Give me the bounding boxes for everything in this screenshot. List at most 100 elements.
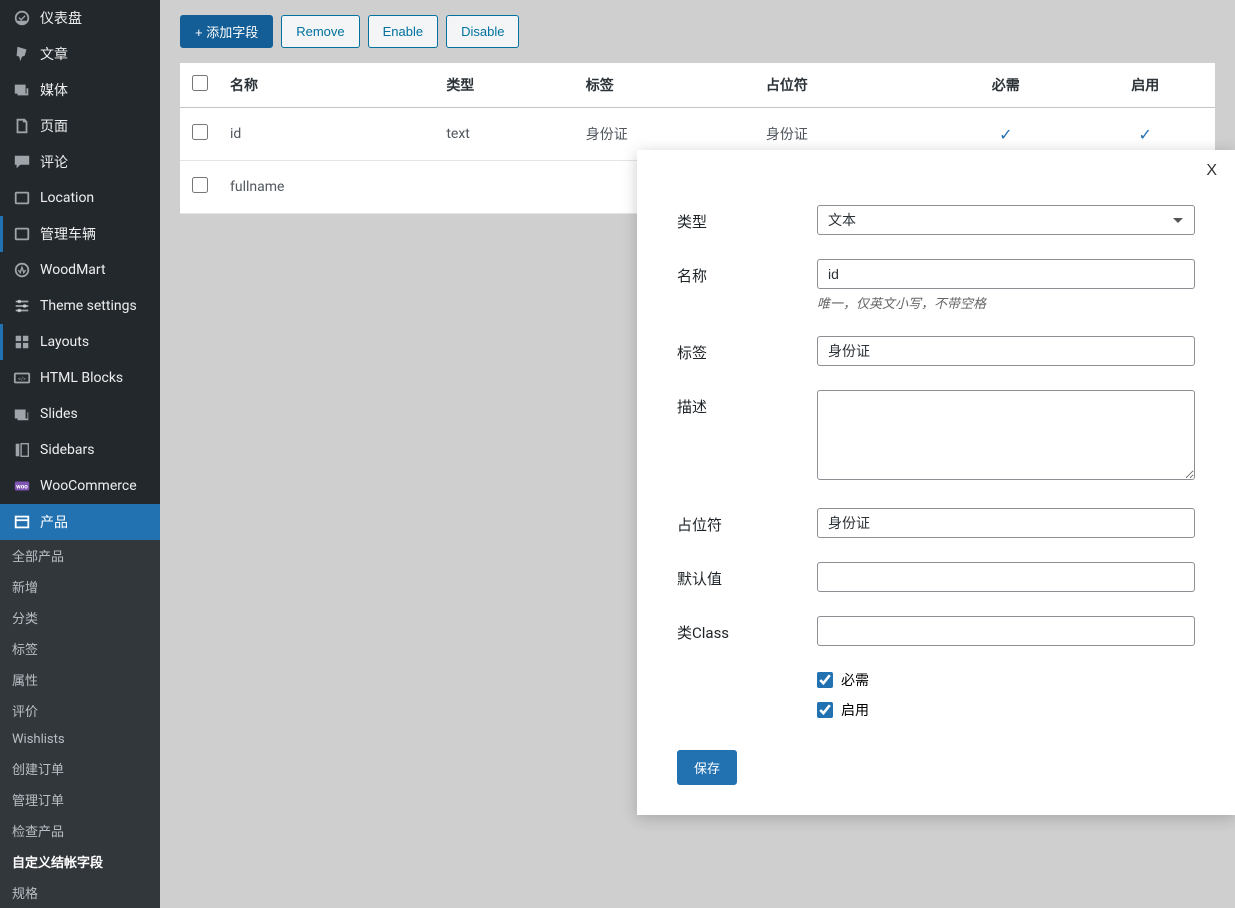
label-name: 名称	[677, 259, 817, 286]
sidebar-item-woodmart[interactable]: WoodMart	[0, 252, 160, 288]
sidebar-sub-create-order[interactable]: 创建订单	[0, 753, 160, 784]
col-required: 必需	[936, 63, 1075, 108]
sidebar-label: 文章	[40, 44, 68, 64]
col-name: 名称	[220, 63, 436, 108]
pin-icon	[12, 44, 32, 64]
type-select[interactable]: 文本	[817, 205, 1195, 235]
required-label: 必需	[841, 670, 869, 690]
sidebar-item-vehicles[interactable]: 管理车辆	[0, 216, 160, 252]
sidebar-sub-all-products[interactable]: 全部产品	[0, 540, 160, 571]
sidebar-label: Location	[40, 190, 94, 206]
col-type: 类型	[436, 63, 575, 108]
car-icon	[12, 224, 32, 244]
sidebar-sub-tags[interactable]: 标签	[0, 633, 160, 664]
label-input[interactable]	[817, 336, 1195, 366]
col-label: 标签	[576, 63, 756, 108]
toolbar: + 添加字段 Remove Enable Disable	[160, 0, 1235, 63]
enabled-check-row[interactable]: 启用	[817, 700, 1195, 720]
svg-text:</>: </>	[18, 377, 26, 383]
sidebar-item-media[interactable]: 媒体	[0, 72, 160, 108]
sidebar-sub-reviews[interactable]: 评价	[0, 695, 160, 726]
sidebar-item-location[interactable]: Location	[0, 180, 160, 216]
settings-icon	[12, 296, 32, 316]
sidebar-label: 产品	[40, 512, 68, 532]
enabled-checkbox[interactable]	[817, 702, 833, 718]
sidebar-item-slides[interactable]: Slides	[0, 396, 160, 432]
page-icon	[12, 116, 32, 136]
required-checkbox[interactable]	[817, 672, 833, 688]
required-check-row[interactable]: 必需	[817, 670, 1195, 690]
sidebar-item-dashboard[interactable]: 仪表盘	[0, 0, 160, 36]
location-icon	[12, 188, 32, 208]
sidebar-label: HTML Blocks	[40, 370, 123, 386]
row-checkbox[interactable]	[192, 124, 208, 140]
sidebar-label: 评论	[40, 152, 68, 172]
sidebar-sub-check-product[interactable]: 检查产品	[0, 815, 160, 846]
sidebar-sub-wishlists[interactable]: Wishlists	[0, 726, 160, 753]
col-enabled: 启用	[1076, 63, 1216, 108]
sidebar-label: Sidebars	[40, 442, 94, 458]
name-hint: 唯一，仅英文小写，不带空格	[817, 293, 1195, 312]
sidebar-label: 管理车辆	[40, 224, 96, 244]
sidebar-item-woocommerce[interactable]: woo WooCommerce	[0, 468, 160, 504]
enable-button[interactable]: Enable	[368, 15, 438, 48]
remove-button[interactable]: Remove	[281, 15, 359, 48]
sidebar-sub-attributes[interactable]: 属性	[0, 664, 160, 695]
enabled-label: 启用	[841, 700, 869, 720]
placeholder-input[interactable]	[817, 508, 1195, 538]
admin-sidebar: 仪表盘 文章 媒体 页面 评论 Location 管理车辆 WoodMart T…	[0, 0, 160, 908]
close-button[interactable]: X	[1206, 162, 1217, 180]
cell-name: id	[220, 108, 436, 161]
sidebar-item-products[interactable]: 产品	[0, 504, 160, 540]
sidebar-label: 媒体	[40, 80, 68, 100]
default-input[interactable]	[817, 562, 1195, 592]
sidebar-sub-new[interactable]: 新增	[0, 571, 160, 602]
sidebar-submenu: 全部产品 新增 分类 标签 属性 评价 Wishlists 创建订单 管理订单 …	[0, 540, 160, 908]
col-placeholder: 占位符	[756, 63, 936, 108]
media-icon	[12, 80, 32, 100]
check-icon: ✓	[1139, 125, 1152, 144]
sidebar-label: Slides	[40, 406, 78, 422]
label-description: 描述	[677, 390, 817, 417]
cell-name: fullname	[220, 161, 436, 214]
slides-icon	[12, 404, 32, 424]
sidebar-item-comments[interactable]: 评论	[0, 144, 160, 180]
svg-text:woo: woo	[16, 483, 28, 491]
class-input[interactable]	[817, 616, 1195, 646]
label-default: 默认值	[677, 562, 817, 589]
sidebar-label: WoodMart	[40, 262, 106, 278]
sidebar-item-pages[interactable]: 页面	[0, 108, 160, 144]
label-placeholder: 占位符	[677, 508, 817, 535]
sidebar-label: 仪表盘	[40, 8, 82, 28]
row-checkbox[interactable]	[192, 177, 208, 193]
sidebar-sub-manage-orders[interactable]: 管理订单	[0, 784, 160, 815]
description-textarea[interactable]	[817, 390, 1195, 480]
sidebar-sub-custom-checkout[interactable]: 自定义结帐字段	[0, 846, 160, 877]
html-icon: </>	[12, 368, 32, 388]
add-field-button[interactable]: + 添加字段	[180, 15, 273, 48]
check-icon: ✓	[999, 125, 1012, 144]
sidebar-label: 页面	[40, 116, 68, 136]
label-type: 类型	[677, 205, 817, 232]
name-input[interactable]	[817, 259, 1195, 289]
layouts-icon	[12, 332, 32, 352]
comment-icon	[12, 152, 32, 172]
sidebars-icon	[12, 440, 32, 460]
select-all-checkbox[interactable]	[192, 75, 208, 91]
save-button[interactable]: 保存	[677, 750, 737, 785]
product-icon	[12, 512, 32, 532]
sidebar-sub-categories[interactable]: 分类	[0, 602, 160, 633]
main-content: + 添加字段 Remove Enable Disable 名称 类型 标签 占位…	[160, 0, 1235, 908]
sidebar-sub-specs[interactable]: 规格	[0, 877, 160, 908]
disable-button[interactable]: Disable	[446, 15, 519, 48]
woodmart-icon	[12, 260, 32, 280]
sidebar-item-theme-settings[interactable]: Theme settings	[0, 288, 160, 324]
sidebar-label: Layouts	[40, 334, 89, 350]
cell-type: text	[436, 108, 575, 161]
dashboard-icon	[12, 8, 32, 28]
label-class: 类Class	[677, 616, 817, 643]
sidebar-item-layouts[interactable]: Layouts	[0, 324, 160, 360]
sidebar-item-html-blocks[interactable]: </> HTML Blocks	[0, 360, 160, 396]
sidebar-item-sidebars[interactable]: Sidebars	[0, 432, 160, 468]
sidebar-item-posts[interactable]: 文章	[0, 36, 160, 72]
